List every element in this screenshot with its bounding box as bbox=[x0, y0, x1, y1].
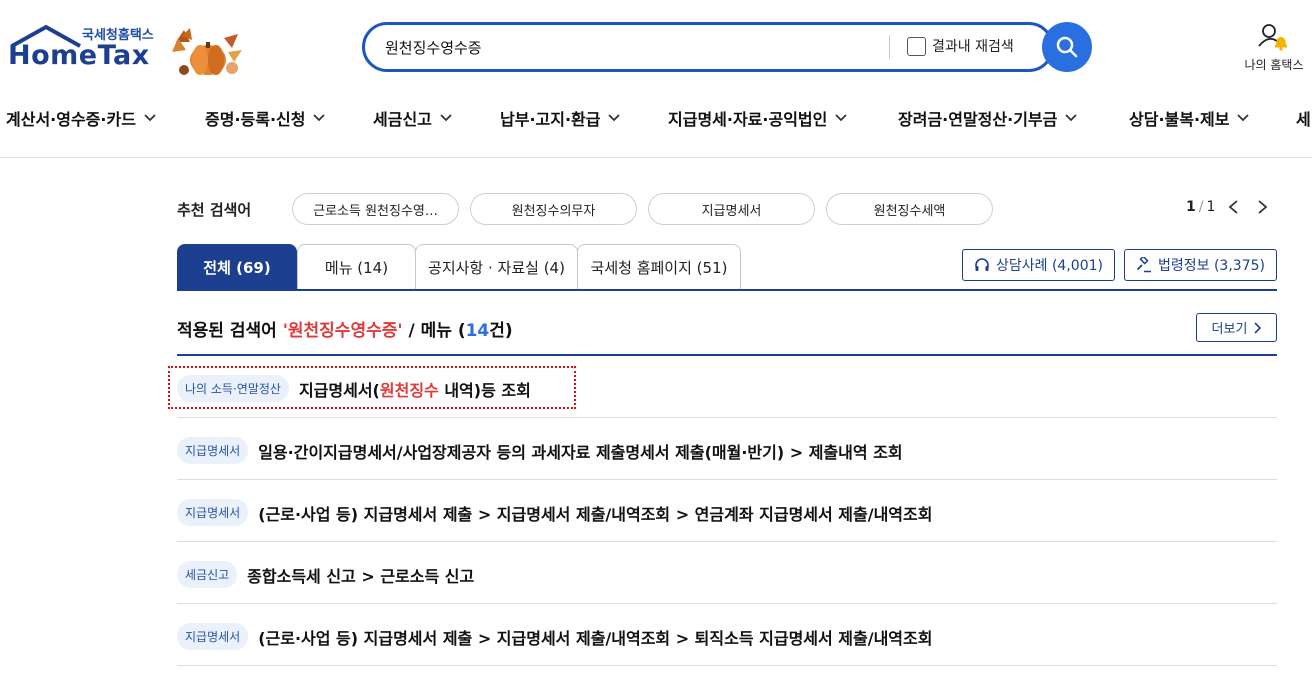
nav-item-certificate[interactable]: 증명·등록·신청 bbox=[205, 106, 326, 130]
result-link[interactable]: (근로·사업 등) 지급명세서 제출 > 지급명세서 제출/내역조회 > 연금계… bbox=[258, 501, 932, 525]
my-hometax-button[interactable]: 나의 홈택스 bbox=[1236, 22, 1312, 76]
chevron-down-icon bbox=[1065, 114, 1077, 122]
nav-item-label: 세 bbox=[1296, 110, 1311, 129]
result-row[interactable]: 지급명세서 (근로·사업 등) 지급명세서 제출 > 지급명세서 제출/내역조회… bbox=[177, 480, 1277, 542]
result-link[interactable]: (근로·사업 등) 지급명세서 제출 > 지급명세서 제출/내역조회 > 퇴직소… bbox=[258, 625, 932, 649]
result-row[interactable]: 지급명세서 (근로·사업 등) 지급명세서 제출 > 지급명세서 제출/내역조회… bbox=[177, 604, 1277, 666]
category-badge: 나의 소득·연말정산 bbox=[177, 375, 289, 402]
applied-prefix: 적용된 검색어 bbox=[177, 321, 283, 341]
nav-item-label: 증명·등록·신청 bbox=[205, 110, 306, 129]
my-hometax-label: 나의 홈택스 bbox=[1244, 58, 1304, 72]
tab-notice[interactable]: 공지사항 · 자료실 (4) bbox=[415, 244, 578, 290]
pager-total: 1 bbox=[1206, 199, 1216, 215]
nav-item-label: 계산서·영수증·카드 bbox=[6, 110, 136, 129]
pager-current: 1 bbox=[1186, 199, 1196, 215]
recommended-chip[interactable]: 지급명세서 bbox=[648, 193, 815, 225]
chevron-left-icon[interactable] bbox=[1221, 198, 1247, 216]
consult-cases-label: 상담사례 (4,001) bbox=[996, 258, 1103, 274]
more-button[interactable]: 더보기 bbox=[1196, 313, 1277, 342]
tab-nts-homepage[interactable]: 국세청 홈페이지 (51) bbox=[577, 244, 741, 290]
consult-cases-button[interactable]: 상담사례 (4,001) bbox=[962, 249, 1115, 281]
result-text: 내역)등 조회 bbox=[438, 380, 531, 400]
category-badge: 지급명세서 bbox=[177, 437, 249, 464]
nav-item-payment[interactable]: 납부·고지·환급 bbox=[500, 106, 621, 130]
headset-icon bbox=[975, 258, 989, 271]
search-box: 결과내 재검색 bbox=[362, 22, 1054, 72]
tab-menu[interactable]: 메뉴 (14) bbox=[297, 244, 416, 290]
nav-item-incentive[interactable]: 장려금·연말정산·기부금 bbox=[898, 106, 1077, 130]
search-input[interactable] bbox=[385, 35, 865, 59]
chevron-down-icon bbox=[835, 114, 847, 122]
recommended-label: 추천 검색어 bbox=[177, 201, 252, 219]
research-label: 결과내 재검색 bbox=[932, 39, 1014, 55]
applied-middle: / 메뉴 ( bbox=[402, 321, 466, 341]
result-text: 지급명세서( bbox=[298, 380, 380, 400]
recommended-chip[interactable]: 원천징수세액 bbox=[826, 193, 993, 225]
main-nav: 계산서·영수증·카드 증명·등록·신청 세금신고 납부·고지·환급 지급명세·자… bbox=[0, 92, 1312, 158]
category-badge: 세금신고 bbox=[177, 561, 238, 588]
applied-count: 14 bbox=[465, 321, 490, 341]
header: 국세청홈택스 HomeTax 결과내 재검색 bbox=[0, 0, 1312, 92]
pumpkin-decoration-icon bbox=[172, 28, 242, 75]
category-badge: 지급명세서 bbox=[177, 499, 249, 526]
search-button[interactable] bbox=[1042, 22, 1092, 72]
law-info-button[interactable]: 법령정보 (3,375) bbox=[1124, 249, 1277, 281]
recommended-chip[interactable]: 원천징수의무자 bbox=[470, 193, 637, 225]
recommended-pager: 1 / 1 bbox=[1186, 198, 1275, 216]
chevron-down-icon bbox=[144, 114, 156, 122]
nav-item-label: 납부·고지·환급 bbox=[500, 110, 601, 129]
result-link[interactable]: 종합소득세 신고 > 근로소득 신고 bbox=[247, 563, 474, 587]
recommended-chip[interactable]: 근로소득 원천징수영… bbox=[292, 193, 459, 225]
result-link[interactable]: 일용·간이지급명세서/사업장제공자 등의 과세자료 제출명세서 제출(매월·반기… bbox=[258, 439, 902, 463]
logo-title: HomeTax bbox=[8, 40, 150, 71]
category-badge: 지급명세서 bbox=[177, 623, 249, 650]
result-row[interactable]: 지급명세서 일용·간이지급명세서/사업장제공자 등의 과세자료 제출명세서 제출… bbox=[177, 418, 1277, 480]
gavel-icon bbox=[1136, 257, 1151, 273]
applied-search-term: 적용된 검색어 '원천징수영수증' / 메뉴 (14건) bbox=[177, 316, 513, 341]
chevron-right-icon[interactable] bbox=[1249, 198, 1275, 216]
nav-item-label: 장려금·연말정산·기부금 bbox=[898, 110, 1058, 129]
more-label: 더보기 bbox=[1211, 322, 1248, 337]
chevron-down-icon bbox=[1237, 114, 1250, 122]
nav-item-consult[interactable]: 상담·불복·제보 bbox=[1129, 106, 1250, 130]
nav-item-more[interactable]: 세 bbox=[1296, 106, 1311, 130]
nav-item-invoice[interactable]: 계산서·영수증·카드 bbox=[6, 106, 156, 130]
result-highlight: 원천징수 bbox=[379, 380, 439, 400]
nav-item-label: 상담·불복·제보 bbox=[1129, 110, 1230, 129]
result-row[interactable]: 나의 소득·연말정산 지급명세서(원천징수 내역)등 조회 bbox=[177, 356, 1277, 418]
tabs-underline bbox=[177, 289, 1277, 291]
hometax-logo[interactable]: 국세청홈택스 HomeTax bbox=[8, 22, 158, 76]
pager-separator: / bbox=[1198, 199, 1204, 215]
tab-all[interactable]: 전체 (69) bbox=[177, 244, 297, 290]
search-divider bbox=[889, 35, 890, 59]
nav-item-label: 세금신고 bbox=[373, 110, 432, 129]
chevron-down-icon bbox=[440, 114, 452, 122]
search-icon bbox=[1056, 36, 1078, 58]
result-link[interactable]: 지급명세서(원천징수 내역)등 조회 bbox=[299, 377, 531, 401]
applied-term: '원천징수영수증' bbox=[282, 321, 403, 341]
chevron-right-icon bbox=[1254, 321, 1262, 334]
chevron-down-icon bbox=[608, 114, 621, 122]
chevron-down-icon bbox=[313, 114, 326, 122]
law-info-label: 법령정보 (3,375) bbox=[1158, 258, 1265, 274]
nav-item-tax-report[interactable]: 세금신고 bbox=[373, 106, 452, 130]
research-toggle[interactable]: 결과내 재검색 bbox=[907, 36, 1014, 56]
research-checkbox[interactable] bbox=[907, 36, 926, 56]
nav-item-label: 지급명세·자료·공익법인 bbox=[668, 110, 828, 129]
nav-item-statements[interactable]: 지급명세·자료·공익법인 bbox=[668, 106, 847, 130]
applied-suffix: 건) bbox=[489, 321, 513, 341]
result-row[interactable]: 세금신고 종합소득세 신고 > 근로소득 신고 bbox=[177, 542, 1277, 604]
user-bell-icon bbox=[1258, 24, 1287, 51]
